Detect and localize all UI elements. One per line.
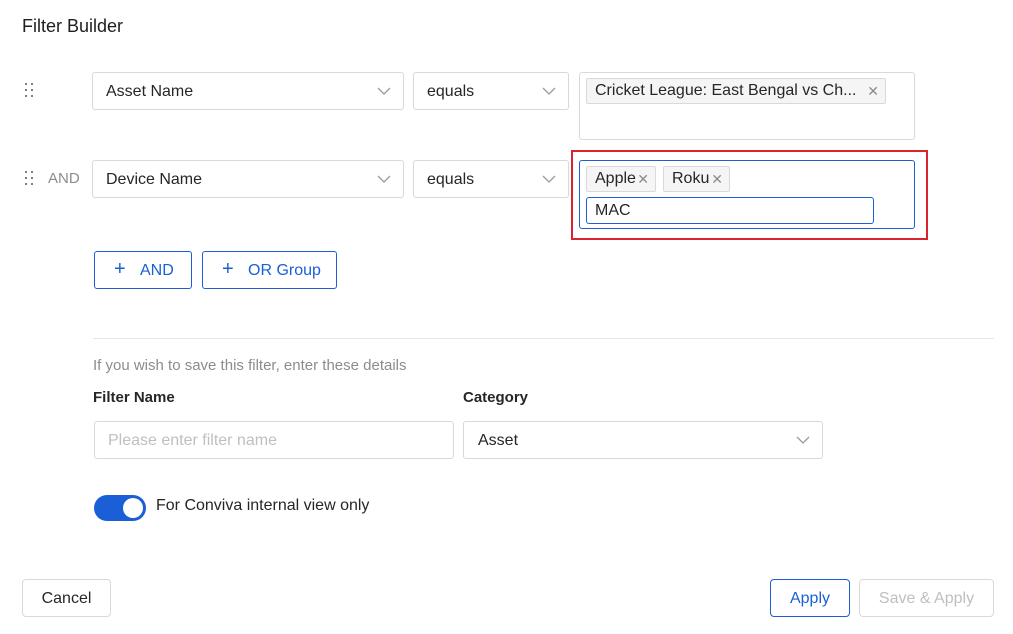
drag-handle-icon[interactable]	[25, 83, 37, 99]
add-or-group-label: OR Group	[248, 262, 321, 279]
toggle-knob	[123, 498, 143, 518]
chevron-down-icon	[796, 436, 810, 444]
cancel-button[interactable]: Cancel	[22, 579, 111, 617]
field-select[interactable]: Asset Name	[92, 72, 404, 110]
value-tag-input[interactable]: Apple ✕ Roku ✕ MAC	[579, 160, 915, 229]
connector-label: AND	[48, 170, 80, 187]
save-hint: If you wish to save this filter, enter t…	[93, 357, 407, 374]
value-tag-input[interactable]: Cricket League: East Bengal vs Ch... ✕	[579, 72, 915, 140]
filter-name-input[interactable]: Please enter filter name	[94, 421, 454, 459]
drag-handle-icon[interactable]	[25, 171, 37, 187]
value-tag-label: Cricket League: East Bengal vs Ch...	[595, 82, 857, 99]
value-tag: Apple ✕	[586, 166, 656, 192]
plus-icon: +	[114, 258, 126, 280]
field-select-value: Device Name	[106, 171, 203, 188]
filter-name-placeholder: Please enter filter name	[108, 432, 277, 449]
operator-select-value: equals	[427, 171, 475, 188]
add-or-group-button[interactable]: + OR Group	[202, 251, 337, 289]
field-select-value: Asset Name	[106, 83, 194, 100]
operator-select-value: equals	[427, 83, 475, 100]
chevron-down-icon	[542, 87, 556, 95]
save-and-apply-button[interactable]: Save & Apply	[859, 579, 994, 617]
chevron-down-icon	[377, 87, 391, 95]
chevron-down-icon	[377, 175, 391, 183]
value-text-input[interactable]: MAC	[586, 197, 874, 224]
close-icon[interactable]: ✕	[637, 171, 649, 188]
page-title: Filter Builder	[22, 16, 124, 36]
apply-button[interactable]: Apply	[770, 579, 850, 617]
add-and-label: AND	[140, 262, 174, 279]
value-tag-label: Roku	[672, 170, 710, 187]
plus-icon: +	[222, 258, 234, 280]
category-select[interactable]: Asset	[463, 421, 823, 459]
operator-select[interactable]: equals	[413, 160, 569, 198]
operator-select[interactable]: equals	[413, 72, 569, 110]
value-tag: Roku ✕	[663, 166, 730, 192]
divider	[93, 338, 994, 339]
field-select[interactable]: Device Name	[92, 160, 404, 198]
close-icon[interactable]: ✕	[867, 83, 879, 100]
category-label: Category	[463, 389, 529, 406]
value-tag: Cricket League: East Bengal vs Ch... ✕	[586, 78, 886, 104]
chevron-down-icon	[542, 175, 556, 183]
internal-view-toggle[interactable]	[94, 495, 146, 521]
category-select-value: Asset	[478, 432, 519, 449]
close-icon[interactable]: ✕	[711, 171, 723, 188]
add-and-button[interactable]: + AND	[94, 251, 192, 289]
internal-view-label: For Conviva internal view only	[156, 497, 370, 514]
value-tag-label: Apple	[595, 170, 636, 187]
filter-name-label: Filter Name	[93, 389, 175, 406]
